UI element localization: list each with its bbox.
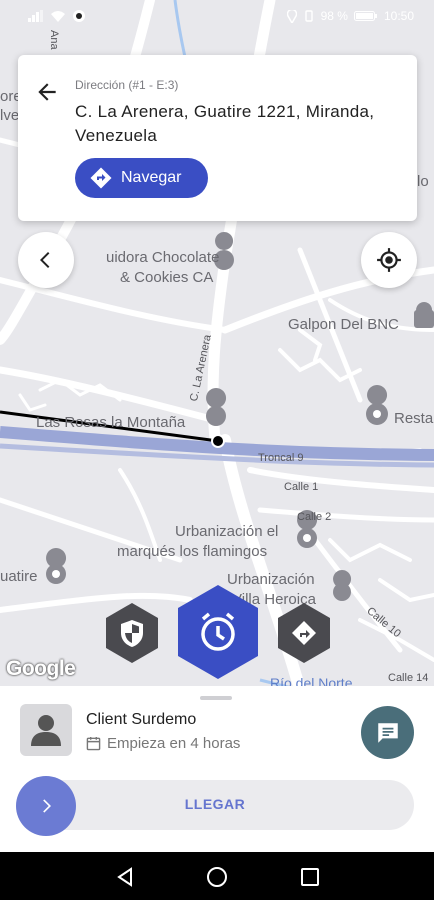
bottom-sheet: Client Surdemo Empieza en 4 horas LLEGAR [0,686,434,852]
alarm-button[interactable] [176,584,260,680]
directions-icon [90,167,112,189]
chevron-right-icon [43,799,51,813]
client-name: Client Surdemo [86,711,197,728]
app-icon [73,10,85,22]
battery-icon [353,11,377,21]
map-poi-label: Las Rosas la Montaña [36,414,186,431]
map-poi-label: & Cookies CA [120,269,214,286]
map-area-label: Urbanización el [175,523,279,540]
status-bar: 98 % 10:50 [0,0,434,34]
directions-action-button[interactable] [276,602,332,664]
route-end-marker [211,434,225,448]
navigate-label: Navegar [121,169,182,186]
start-time: Empieza en 4 horas [86,735,240,752]
destination-card: Dirección (#1 - E:3) C. La Arenera, Guat… [18,55,417,221]
safety-button[interactable] [104,602,160,664]
map-area-label: marqués los flamingos [117,543,268,560]
map-area-label: uatire [0,568,38,585]
back-arrow-icon[interactable] [34,79,60,105]
map-street-label: Troncal 9 [258,452,304,464]
arrive-slider[interactable]: LLEGAR [16,776,414,836]
nav-home-icon[interactable] [206,866,228,888]
arrive-slider-handle[interactable] [16,776,76,836]
battery-percent: 98 % [320,9,348,23]
my-location-button[interactable] [361,232,417,288]
signal-icon [28,10,43,22]
wifi-icon [51,11,65,22]
vibrate-icon [304,10,313,22]
destination-address: C. La Arenera, Guatire 1221, Miranda, Ve… [75,102,375,145]
chat-button[interactable] [361,706,414,759]
nav-back-icon[interactable] [114,866,136,888]
nav-recents-icon[interactable] [299,866,321,888]
map-poi-label: Galpon Del BNC [288,316,399,333]
map-label: lo [417,173,429,190]
map-street-label: Calle 14 [388,672,429,684]
my-location-icon [377,248,401,272]
map-back-button[interactable] [18,232,74,288]
person-icon [31,715,61,746]
calendar-icon [86,736,101,751]
map-street-label: Calle 2 [297,511,332,523]
sheet-handle[interactable] [200,696,232,700]
location-icon [286,9,297,23]
system-navigation-bar [0,852,434,900]
chevron-left-icon [40,252,50,268]
map-label: lve [0,107,20,124]
destination-subtitle: Dirección (#1 - E:3) [75,78,179,92]
map-street-label: Calle 1 [284,481,319,493]
navigate-button[interactable]: Navegar [75,158,208,198]
clock: 10:50 [383,9,414,23]
google-logo: Google [6,657,76,680]
avatar [20,704,72,756]
map-poi-label: Resta [394,410,434,427]
chat-icon [377,722,398,743]
map-poi-label: uidora Chocolate [106,249,220,266]
start-time-text: Empieza en 4 horas [107,735,241,752]
